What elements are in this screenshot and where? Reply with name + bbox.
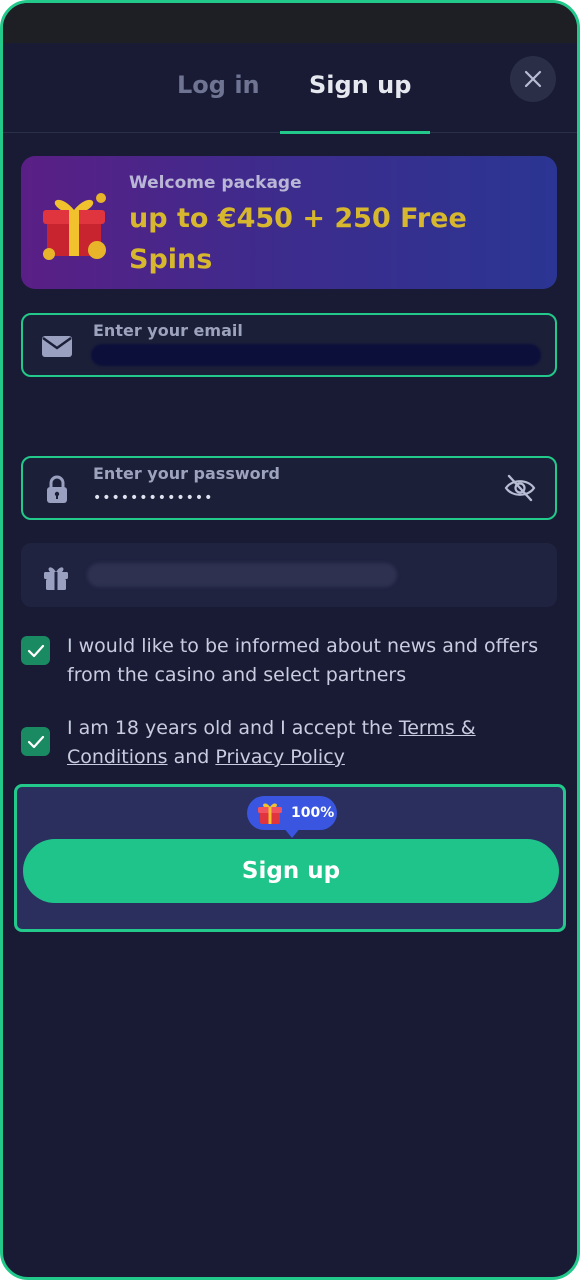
promo-title: up to €450 + 250 Free Spins xyxy=(129,203,467,275)
sign-up-button[interactable]: Sign up xyxy=(23,839,559,903)
age-terms-consent-text: I am 18 years old and I accept the Terms… xyxy=(67,714,547,772)
password-field[interactable]: Enter your password ••••••••••••• xyxy=(21,456,557,520)
age-terms-checkbox[interactable] xyxy=(21,727,50,756)
password-label: Enter your password xyxy=(93,464,280,483)
tab-sign-up[interactable]: Sign up xyxy=(309,71,411,99)
email-label: Enter your email xyxy=(93,321,243,340)
active-tab-indicator xyxy=(280,131,430,134)
signup-cta-highlight: 100% Sign up xyxy=(14,784,566,932)
age-terms-text-middle: and xyxy=(167,746,216,768)
privacy-policy-link[interactable]: Privacy Policy xyxy=(215,746,344,768)
password-value: ••••••••••••• xyxy=(93,490,214,506)
checkmark-icon xyxy=(27,735,44,748)
auth-tabs: Log in Sign up xyxy=(3,43,577,134)
promo-code-redacted xyxy=(87,563,397,587)
close-button[interactable] xyxy=(510,56,556,102)
bonus-badge-pointer xyxy=(283,827,301,838)
lock-icon xyxy=(47,475,67,503)
gift-icon xyxy=(44,567,68,590)
age-terms-text-start: I am 18 years old and I accept the xyxy=(67,717,399,739)
email-field[interactable]: Enter your email xyxy=(21,313,557,377)
bonus-badge: 100% xyxy=(247,796,337,830)
gift-box-icon xyxy=(43,193,106,260)
promo-code-field[interactable] xyxy=(21,543,557,607)
envelope-icon xyxy=(42,336,72,357)
signup-modal: Log in Sign up Welcome package up to €45… xyxy=(0,0,580,1280)
welcome-package-banner: Welcome package up to €450 + 250 Free Sp… xyxy=(21,156,557,289)
newsletter-checkbox[interactable] xyxy=(21,636,50,665)
promo-label: Welcome package xyxy=(129,173,302,193)
email-value-redacted xyxy=(91,344,541,366)
eye-off-icon[interactable] xyxy=(503,472,537,504)
bonus-badge-text: 100% xyxy=(291,805,335,821)
tab-log-in[interactable]: Log in xyxy=(177,71,260,99)
checkmark-icon xyxy=(27,644,44,657)
gift-icon xyxy=(258,803,282,824)
newsletter-consent-text: I would like to be informed about news a… xyxy=(67,635,539,686)
top-bar xyxy=(3,3,577,43)
close-icon xyxy=(524,70,542,88)
